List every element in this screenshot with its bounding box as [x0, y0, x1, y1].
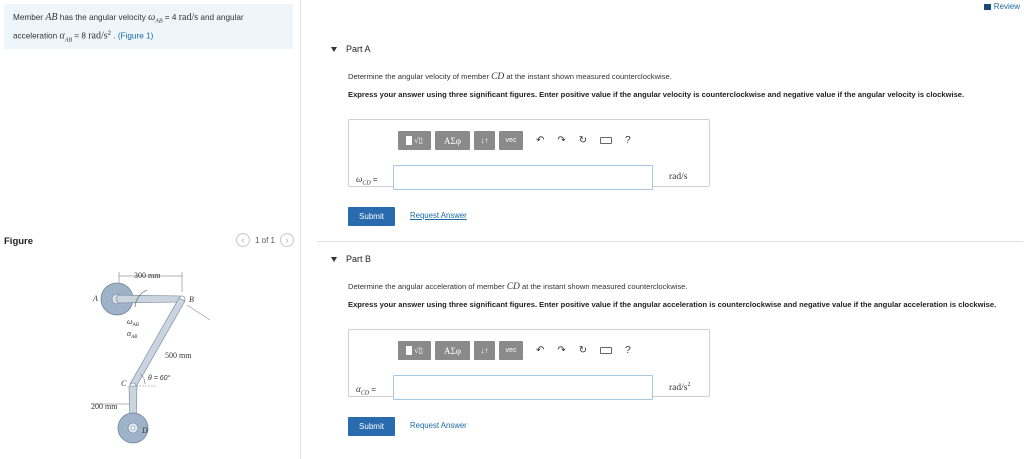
alpha-label: αAB — [127, 329, 137, 340]
review-link[interactable]: Review — [983, 2, 1020, 11]
vector-button[interactable]: vec — [499, 341, 523, 360]
mechanism-figure: 300 mm A B ωAB αAB 500 mm C θ = 60° 200 … — [91, 271, 211, 444]
redo-icon[interactable]: ↷ — [557, 135, 565, 146]
part-b-request-answer-link[interactable]: Request Answer — [410, 421, 467, 430]
chevron-left-icon[interactable]: ‹ — [235, 233, 250, 247]
problem-text: has the angular velocity — [57, 13, 149, 22]
label-c: C — [121, 379, 127, 388]
arrows-button[interactable]: ↓↑ — [474, 341, 495, 360]
alpha-unit: rad/s — [88, 30, 108, 42]
divider — [317, 241, 1023, 242]
arrows-button[interactable]: ↓↑ — [474, 131, 495, 150]
undo-icon[interactable]: ↶ — [536, 135, 544, 146]
problem-text: Member — [13, 13, 46, 22]
part-a-submit-button[interactable]: Submit — [348, 207, 395, 226]
symbols-button[interactable]: ΑΣφ — [435, 131, 470, 150]
part-a-request-answer-link[interactable]: Request Answer — [410, 211, 467, 220]
dim-ext-b — [186, 304, 211, 321]
part-b-instruction: Express your answer using three signific… — [348, 300, 997, 309]
part-a-question: Determine the angular velocity of member… — [348, 72, 672, 82]
link-ab — [116, 294, 183, 304]
part-b-unit: rad/s2 — [669, 382, 691, 394]
review-icon — [983, 3, 991, 10]
part-b-header[interactable]: Part B — [331, 254, 371, 264]
redo-icon[interactable]: ↷ — [557, 345, 565, 356]
caret-down-icon — [331, 256, 337, 262]
pager-text: 1 of 1 — [254, 235, 275, 245]
omega-unit: rad/s — [178, 12, 199, 23]
undo-icon[interactable]: ↶ — [536, 345, 544, 356]
label-d: D — [141, 426, 148, 435]
vector-button[interactable]: vec — [499, 131, 523, 150]
problem-text: . — [111, 31, 118, 41]
symbols-button[interactable]: ΑΣφ — [435, 341, 470, 360]
part-b-submit-button[interactable]: Submit — [348, 417, 395, 436]
pin-d-center — [130, 425, 136, 431]
alpha-subscript: AB — [64, 37, 73, 44]
templates-button[interactable]: √▯ — [398, 131, 431, 150]
omega-label: ωAB — [127, 317, 139, 328]
left-pane: Member AB has the angular velocity ωAB =… — [0, 0, 301, 459]
problem-text: acceleration — [13, 31, 60, 41]
part-a-answer-label: ωCD = — [356, 174, 378, 187]
math-toolbar: √▯ ΑΣφ ↓↑ vec ↶ ↷ ↻ ? — [398, 131, 631, 150]
templates-button[interactable]: √▯ — [398, 341, 431, 360]
keyboard-icon[interactable] — [600, 137, 613, 144]
reset-icon[interactable]: ↻ — [579, 135, 587, 146]
part-b-answer-label: αCD = — [356, 384, 376, 397]
part-b-question: Determine the angular acceleration of me… — [348, 282, 688, 292]
part-a-unit: rad/s — [669, 172, 688, 182]
problem-statement: Member AB has the angular velocity ωAB =… — [4, 4, 293, 49]
label-b: B — [189, 295, 194, 304]
dim-label-side: 500 mm — [165, 351, 192, 360]
problem-text: and angular — [198, 13, 244, 22]
part-b-title: Part B — [346, 254, 372, 264]
caret-down-icon — [331, 46, 337, 52]
review-label: Review — [993, 2, 1020, 11]
part-a-instruction: Express your answer using three signific… — [348, 90, 965, 99]
part-b-answer-input[interactable] — [393, 375, 653, 400]
chevron-right-icon[interactable]: › — [280, 233, 294, 247]
label-a: A — [92, 294, 98, 303]
figure-link[interactable]: (Figure 1) — [118, 31, 154, 40]
keyboard-icon[interactable] — [600, 347, 613, 354]
reset-icon[interactable]: ↻ — [579, 345, 587, 356]
figure-title: Figure — [4, 236, 34, 247]
help-icon[interactable]: ? — [625, 135, 631, 146]
dim-label-top: 300 mm — [134, 271, 161, 280]
math-toolbar: √▯ ΑΣφ ↓↑ vec ↶ ↷ ↻ ? — [398, 341, 631, 360]
alpha-value: = 8 — [72, 31, 89, 41]
figure-pager: ‹ 1 of 1 › — [235, 233, 294, 247]
help-icon[interactable]: ? — [625, 345, 631, 356]
member-ab-symbol: AB — [45, 12, 58, 23]
part-a-header[interactable]: Part A — [331, 44, 371, 54]
theta-label: θ = 60° — [148, 374, 171, 382]
omega-value: = 4 — [162, 13, 179, 22]
figure-header: Figure ‹ 1 of 1 › — [4, 233, 294, 253]
omega-subscript: AB — [155, 18, 163, 25]
part-a-title: Part A — [346, 44, 371, 54]
dim-label-bottom: 200 mm — [91, 402, 118, 411]
link-bc — [129, 297, 186, 388]
part-a-answer-box: √▯ ΑΣφ ↓↑ vec ↶ ↷ ↻ ? ωCD = rad/s — [348, 119, 710, 190]
part-b-answer-box: √▯ ΑΣφ ↓↑ vec ↶ ↷ ↻ ? αCD = rad/s2 — [348, 329, 710, 400]
part-a-answer-input[interactable] — [393, 165, 653, 190]
